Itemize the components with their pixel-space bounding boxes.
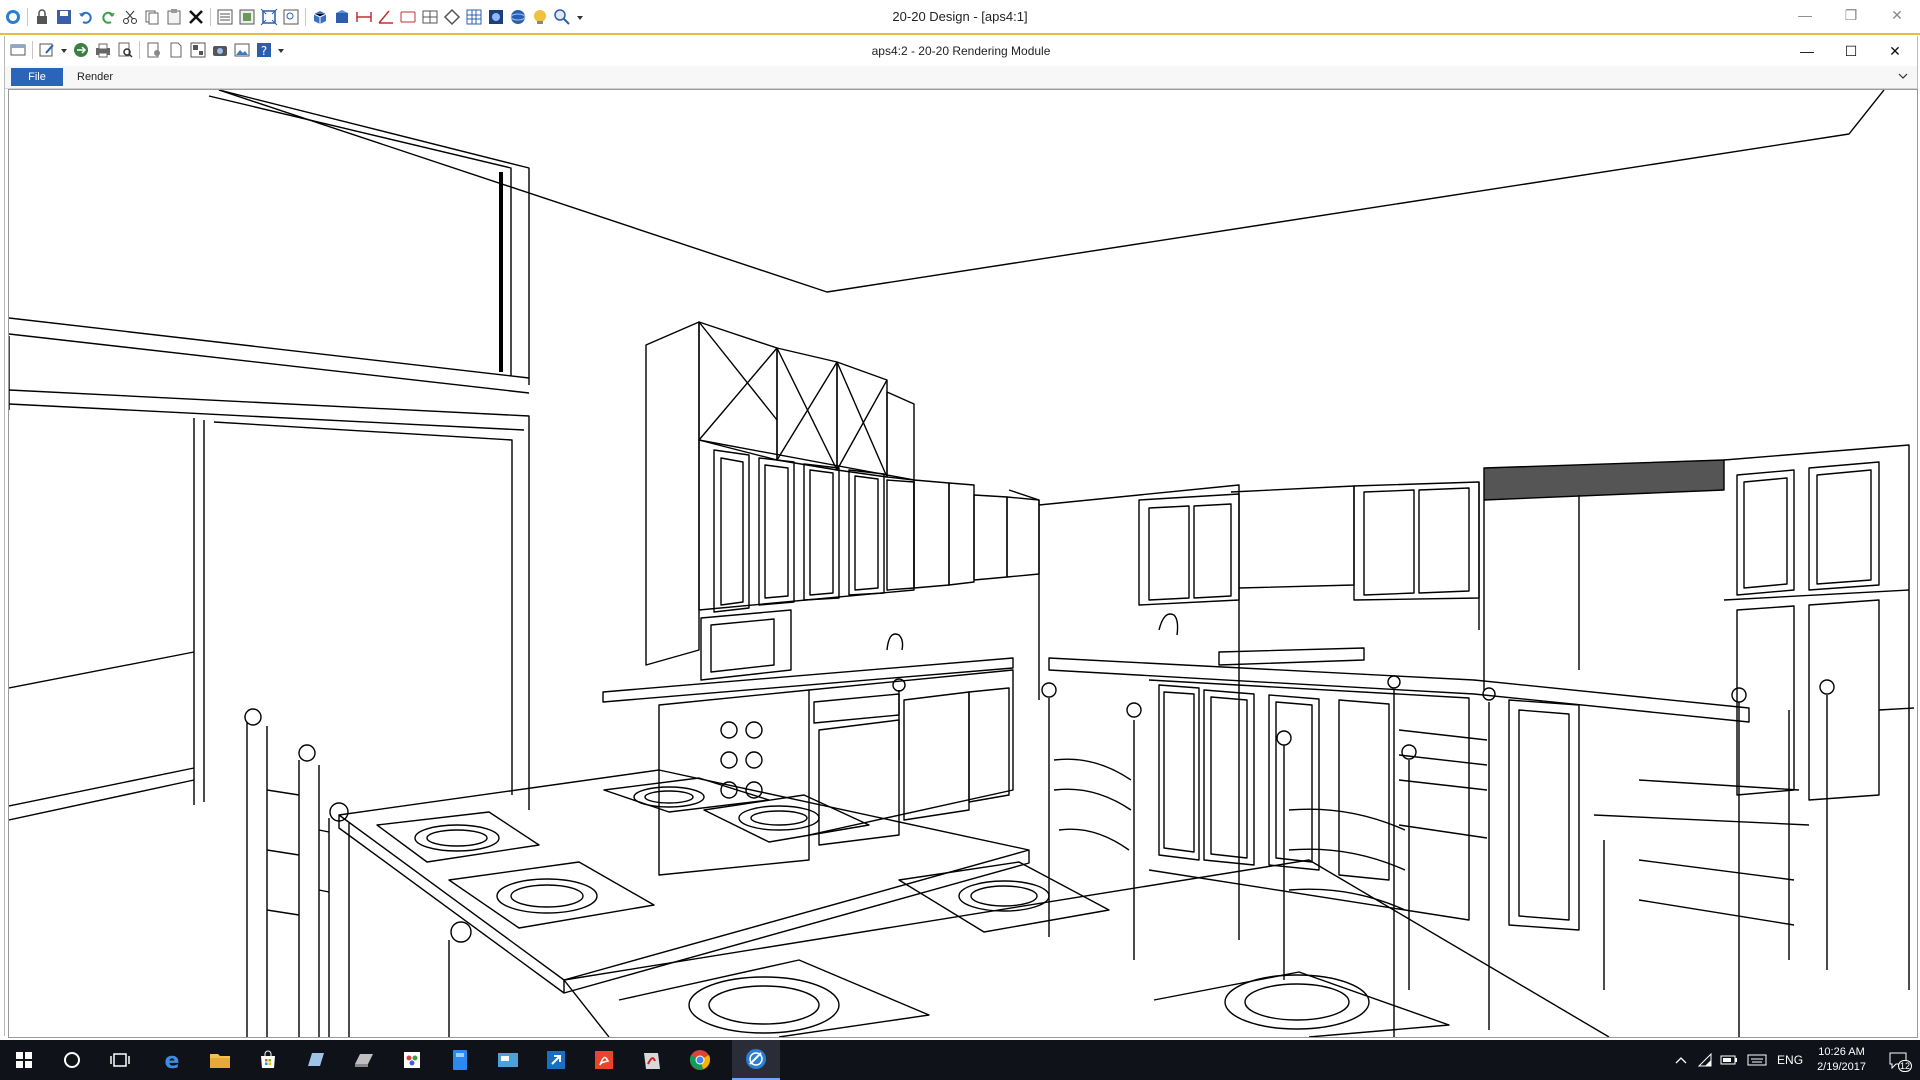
render-viewport[interactable] xyxy=(8,89,1918,1038)
back-wall-cabinets xyxy=(1038,481,1480,940)
faucet xyxy=(886,633,904,651)
cortana-search-icon[interactable] xyxy=(48,1040,96,1080)
action-center-icon[interactable]: 12 xyxy=(1876,1040,1920,1080)
menu-bar: File Render xyxy=(5,66,1917,89)
ceiling-outline xyxy=(218,90,1885,293)
inner-window-title: aps4:2 - 20-20 Rendering Module xyxy=(871,44,1051,58)
menu-render[interactable]: Render xyxy=(67,68,123,86)
outer-window-controls: — ❐ ✕ xyxy=(1782,0,1920,30)
language-indicator[interactable]: ENG xyxy=(1773,1040,1807,1080)
clock[interactable]: 10:26 AM 2/19/2017 xyxy=(1807,1045,1876,1075)
keyboard-icon[interactable] xyxy=(1741,1040,1773,1080)
chrome-icon[interactable] xyxy=(676,1040,724,1080)
notification-badge: 12 xyxy=(1897,1060,1912,1072)
close-button[interactable]: ✕ xyxy=(1874,0,1920,30)
app-icon-shortcut[interactable] xyxy=(532,1040,580,1080)
svg-text:e: e xyxy=(165,1049,180,1071)
app-icon-remote[interactable] xyxy=(484,1040,532,1080)
tall-cabinets xyxy=(645,321,1040,700)
active-window-accent xyxy=(0,33,1920,35)
start-button[interactable] xyxy=(0,1040,48,1080)
app-icon-blueprint[interactable] xyxy=(292,1040,340,1080)
task-view-icon[interactable] xyxy=(96,1040,144,1080)
minimize-button[interactable]: — xyxy=(1782,0,1828,30)
rendering-module-window: ? aps4:2 - 20-20 Rendering Module — ☐ ✕ … xyxy=(4,36,1918,1038)
faucet-island xyxy=(1158,613,1179,636)
app-icon-document[interactable] xyxy=(436,1040,484,1080)
kitchen-island xyxy=(1048,647,1750,931)
bar-stools xyxy=(1387,675,1915,1037)
show-hidden-icons-icon[interactable] xyxy=(1669,1040,1693,1080)
left-counter xyxy=(602,657,1014,876)
inner-window-controls: — ☐ ✕ xyxy=(1785,36,1917,66)
app-icon-reader[interactable] xyxy=(628,1040,676,1080)
clock-time: 10:26 AM xyxy=(1818,1046,1865,1058)
app-icon-paint[interactable] xyxy=(388,1040,436,1080)
close-button[interactable]: ✕ xyxy=(1873,36,1917,66)
restore-button[interactable]: ❐ xyxy=(1828,0,1874,30)
ribbon-collapse-icon[interactable] xyxy=(1897,69,1909,88)
minimize-button[interactable]: — xyxy=(1785,36,1829,66)
place-settings xyxy=(376,777,1450,1037)
app-icon-scanner[interactable] xyxy=(340,1040,388,1080)
dining-table xyxy=(338,769,1610,1037)
system-tray: ENG 10:26 AM 2/19/2017 12 xyxy=(1669,1040,1920,1080)
sliding-glass-door xyxy=(9,389,530,821)
inner-titlebar: ? aps4:2 - 20-20 Rendering Module — ☐ ✕ xyxy=(5,36,1917,66)
outer-window-title: 20-20 Design - [aps4:1] xyxy=(892,9,1028,24)
battery-icon[interactable] xyxy=(1717,1040,1741,1080)
menu-file[interactable]: File xyxy=(11,68,63,86)
soffit-pattern xyxy=(1483,459,1725,501)
outer-titlebar: 20-20 Design - [aps4:1] — ❐ ✕ xyxy=(0,0,1920,35)
clock-date: 2/19/2017 xyxy=(1817,1061,1866,1073)
upper-window xyxy=(9,90,530,410)
app-icon-2020-design[interactable] xyxy=(732,1040,780,1080)
taskbar: e ENG 10:26 AM 2/19/2017 12 xyxy=(0,1040,1920,1080)
app-icon-acrobat[interactable] xyxy=(580,1040,628,1080)
edge-browser-icon[interactable]: e xyxy=(148,1040,196,1080)
kitchen-line-render xyxy=(9,90,1915,1037)
microwave xyxy=(700,609,792,681)
wifi-icon[interactable] xyxy=(1693,1040,1717,1080)
cooktop xyxy=(1218,647,1365,666)
maximize-button[interactable]: ☐ xyxy=(1829,36,1873,66)
file-explorer-icon[interactable] xyxy=(196,1040,244,1080)
right-tall-cabinets xyxy=(1483,444,1910,990)
store-icon[interactable] xyxy=(244,1040,292,1080)
